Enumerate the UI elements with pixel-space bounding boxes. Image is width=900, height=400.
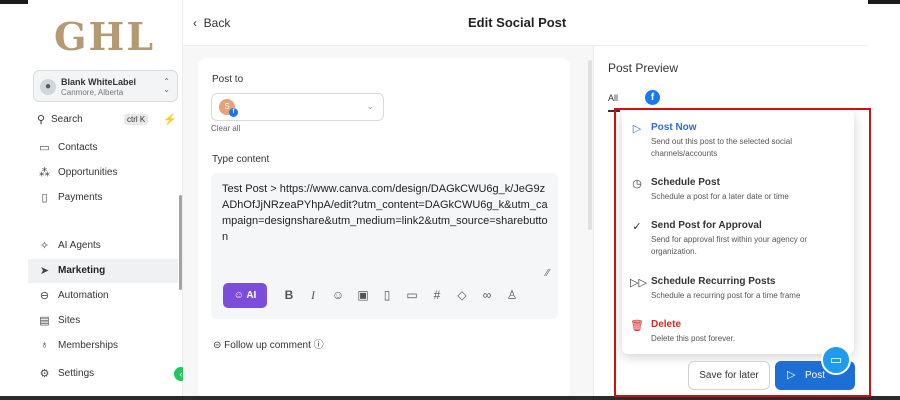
tag-icon[interactable]: ◇: [454, 287, 470, 303]
logo: GHL: [54, 14, 156, 59]
page-title: Edit Social Post: [468, 15, 567, 30]
search-icon: ⚲: [37, 114, 46, 126]
back-button[interactable]: ‹ Back: [193, 16, 230, 30]
chevron-down-icon: ⌄: [366, 101, 374, 111]
sites-icon: ▤: [39, 315, 50, 327]
chevron-updown-icon: ⌃ ⌄: [163, 77, 170, 94]
sidebar-item-marketing[interactable]: ➤ Marketing: [28, 259, 178, 283]
help-icon: ⓘ: [313, 340, 324, 351]
sidebar-item-contacts[interactable]: ▭ Contacts: [28, 136, 178, 160]
sidebar-item-label: Sites: [58, 315, 81, 326]
ai-agents-icon: ✧: [39, 240, 50, 252]
image-icon[interactable]: ▣: [355, 287, 371, 303]
ai-button[interactable]: ☺ AI: [223, 283, 267, 308]
back-label: Back: [203, 16, 231, 30]
account-switcher[interactable]: ● Blank WhiteLabel Canmore, Alberta ⌃ ⌄: [33, 70, 178, 102]
user-icon[interactable]: ♙: [504, 287, 520, 303]
sidebar-item-label: Contacts: [58, 142, 98, 153]
payments-icon: ▯: [41, 192, 48, 204]
right-margin: [868, 0, 900, 400]
post-to-select[interactable]: S f ⌄: [211, 93, 384, 121]
settings-icon: ⚙: [39, 368, 50, 380]
highlight-box: [614, 108, 871, 397]
account-name: Blank WhiteLabel: [61, 77, 137, 87]
memberships-icon: ♁: [40, 339, 49, 351]
sidebar-item-settings[interactable]: ⚙ Settings: [28, 362, 178, 386]
bold-icon[interactable]: B: [281, 287, 297, 303]
follow-up-label: Follow up comment: [224, 340, 311, 351]
search-label: Search: [51, 114, 83, 125]
video-icon[interactable]: ▭: [404, 287, 420, 303]
editor-scrollbar[interactable]: [588, 60, 592, 230]
preview-tab-all[interactable]: All: [608, 93, 618, 103]
resize-handle-icon[interactable]: ⁄⁄: [546, 268, 549, 279]
automation-icon: ⊖: [39, 290, 50, 302]
left-margin: [0, 0, 28, 400]
search-shortcut: ctrl K: [124, 114, 149, 125]
file-icon[interactable]: ▯: [379, 287, 395, 303]
sidebar-item-label: Settings: [58, 368, 95, 379]
type-content-label: Type content: [212, 154, 270, 165]
follow-up-comment[interactable]: ⊝ Follow up comment ⓘ: [213, 336, 324, 351]
sidebar-item-label: AI Agents: [58, 240, 101, 251]
facebook-badge-icon: f: [229, 108, 238, 117]
sidebar-scrollbar[interactable]: [179, 195, 182, 290]
opportunities-icon: ⁂: [39, 167, 50, 179]
sidebar-item-automation[interactable]: ⊖ Automation: [28, 284, 178, 308]
preview-title: Post Preview: [608, 61, 679, 75]
sidebar-item-label: Automation: [58, 290, 109, 301]
comment-icon: ⊝: [213, 340, 222, 351]
facebook-icon[interactable]: f: [645, 90, 660, 105]
post-to-label: Post to: [212, 74, 244, 85]
account-location: Canmore, Alberta: [61, 88, 124, 97]
clear-all-link[interactable]: Clear all: [211, 124, 240, 133]
sidebar-item-ai-agents[interactable]: ✧ AI Agents: [28, 234, 178, 258]
hashtag-icon[interactable]: #: [429, 287, 445, 303]
sidebar-item-label: Marketing: [58, 265, 106, 276]
sidebar: GHL ● Blank WhiteLabel Canmore, Alberta …: [28, 0, 183, 396]
sidebar-item-label: Opportunities: [58, 167, 118, 178]
ai-robot-icon: ☺: [233, 290, 244, 301]
sidebar-item-payments[interactable]: ▯ Payments: [28, 186, 178, 210]
search-bar[interactable]: ⚲ Search ctrl K ⚡: [33, 110, 178, 130]
emoji-icon[interactable]: ☺: [330, 287, 346, 303]
link-icon[interactable]: ∞: [479, 287, 495, 303]
sidebar-item-memberships[interactable]: ♁ Memberships: [28, 334, 178, 358]
sidebar-item-label: Payments: [58, 192, 103, 203]
ai-button-label: AI: [246, 290, 257, 301]
sidebar-item-opportunities[interactable]: ⁂ Opportunities: [28, 161, 178, 185]
post-content-text[interactable]: Test Post > https://www.canva.com/design…: [222, 181, 552, 245]
marketing-icon: ➤: [39, 265, 50, 277]
sidebar-item-sites[interactable]: ▤ Sites: [28, 309, 178, 333]
italic-icon[interactable]: I: [305, 287, 321, 303]
chevron-left-icon: ‹: [193, 16, 197, 30]
contacts-icon: ▭: [39, 142, 50, 154]
bolt-icon[interactable]: ⚡: [163, 113, 177, 126]
sidebar-item-label: Memberships: [58, 340, 119, 351]
account-avatar-icon: ●: [40, 79, 56, 95]
